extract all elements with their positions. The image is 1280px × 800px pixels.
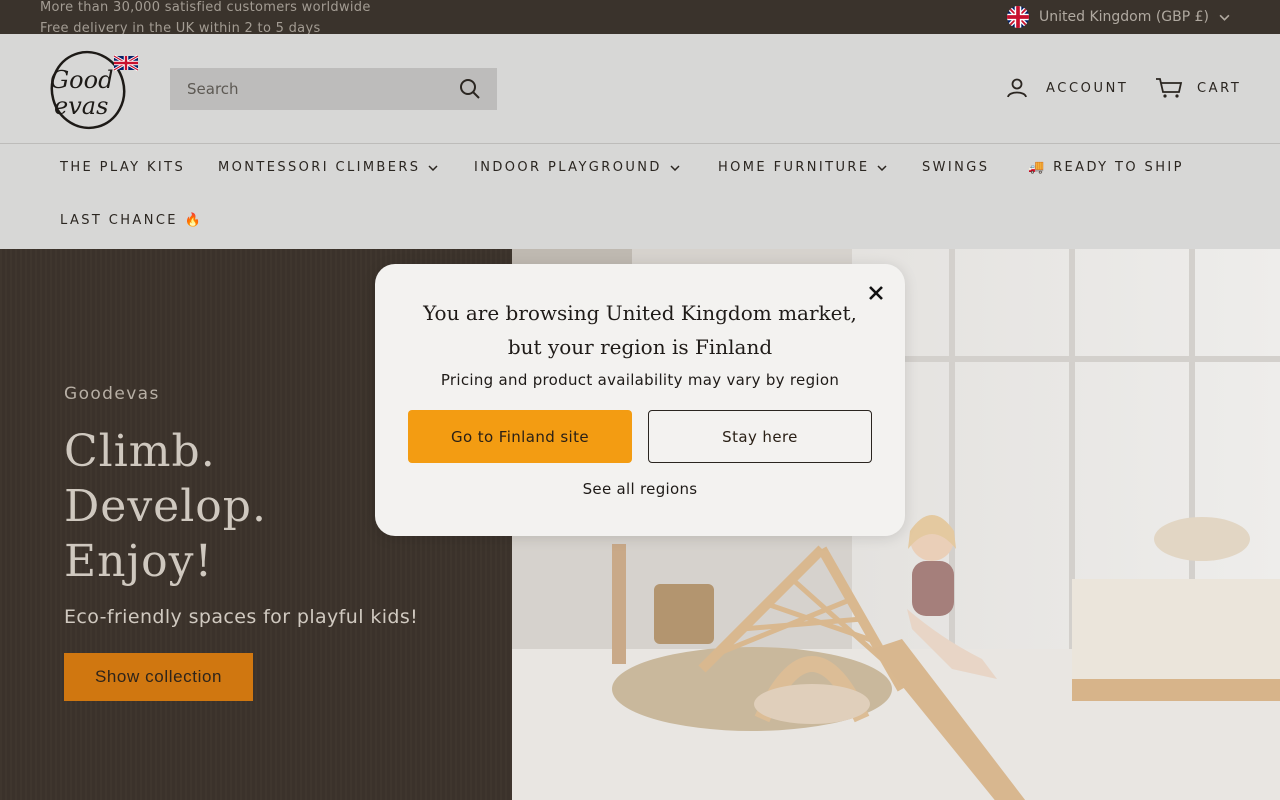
hero-subline: Eco-friendly spaces for playful kids! [64, 606, 419, 628]
nav-item-label: THE PLAY KITS [60, 160, 186, 175]
chevron-down-icon [670, 164, 680, 171]
uk-flag-icon [1007, 6, 1029, 28]
nav-item-last-chance[interactable]: LAST CHANCE 🔥 [60, 213, 203, 228]
region-selector[interactable]: United Kingdom (GBP £) [1007, 6, 1230, 28]
nav-item-ready-to-ship[interactable]: 🚚 READY TO SHIP [1028, 160, 1184, 175]
show-collection-button[interactable]: Show collection [64, 653, 253, 701]
user-icon [1007, 78, 1027, 98]
svg-text:evas: evas [54, 92, 108, 120]
nav-item-indoor-playground[interactable]: INDOOR PLAYGROUND [474, 160, 680, 175]
announcement-bar: More than 30,000 satisfied customers wor… [0, 0, 1280, 34]
modal-title-line: You are browsing United Kingdom market, [423, 301, 857, 325]
goodevas-logo[interactable]: Good evas [38, 48, 142, 132]
nav-item-label: SWINGS [922, 160, 990, 175]
nav-item-label: 🚚 READY TO SHIP [1028, 160, 1184, 175]
nav-item-label: HOME FURNITURE [718, 160, 870, 175]
hero-headline-line: Climb. [64, 426, 216, 477]
announcement-text: More than 30,000 satisfied customers wor… [40, 0, 371, 15]
chevron-down-icon [428, 164, 438, 171]
modal-subtitle: Pricing and product availability may var… [440, 371, 840, 389]
hero-headline-line: Develop. [64, 481, 267, 532]
svg-text:Good: Good [50, 66, 113, 94]
see-all-regions-link[interactable]: See all regions [375, 480, 905, 498]
stay-here-button[interactable]: Stay here [648, 410, 872, 463]
hero-headline: Climb. Develop. Enjoy! [64, 424, 267, 589]
site-header: Good evas ACCOUNT [0, 34, 1280, 144]
chevron-down-icon [1219, 14, 1230, 21]
nav-item-home-furniture[interactable]: HOME FURNITURE [718, 160, 887, 175]
main-nav: THE PLAY KITS MONTESSORI CLIMBERS INDOOR… [0, 144, 1280, 249]
search-icon[interactable] [459, 78, 481, 100]
nav-item-label: LAST CHANCE 🔥 [60, 213, 204, 228]
account-label: ACCOUNT [1046, 80, 1129, 96]
nav-item-montessori-climbers[interactable]: MONTESSORI CLIMBERS [218, 160, 438, 175]
cart-link[interactable]: CART [1155, 76, 1241, 100]
announcement-text-next: Free delivery in the UK within 2 to 5 da… [40, 21, 321, 34]
cart-label: CART [1197, 80, 1242, 96]
region-modal: You are browsing United Kingdom market, … [375, 264, 905, 536]
cart-icon [1156, 78, 1183, 98]
modal-title-line: but your region is Finland [507, 335, 773, 359]
chevron-down-icon [877, 164, 887, 171]
search-box [170, 68, 497, 110]
hero-eyebrow: Goodevas [64, 384, 160, 404]
region-label: United Kingdom (GBP £) [1039, 9, 1209, 25]
nav-item-play-kits[interactable]: THE PLAY KITS [60, 160, 185, 175]
nav-item-label: INDOOR PLAYGROUND [474, 160, 662, 175]
modal-title: You are browsing United Kingdom market, … [375, 296, 905, 364]
nav-item-swings[interactable]: SWINGS [922, 160, 989, 175]
nav-item-label: MONTESSORI CLIMBERS [218, 160, 421, 175]
go-to-finland-button[interactable]: Go to Finland site [408, 410, 632, 463]
hero-headline-line: Enjoy! [64, 536, 214, 587]
account-link[interactable]: ACCOUNT [1005, 76, 1128, 100]
search-input[interactable] [170, 80, 450, 98]
